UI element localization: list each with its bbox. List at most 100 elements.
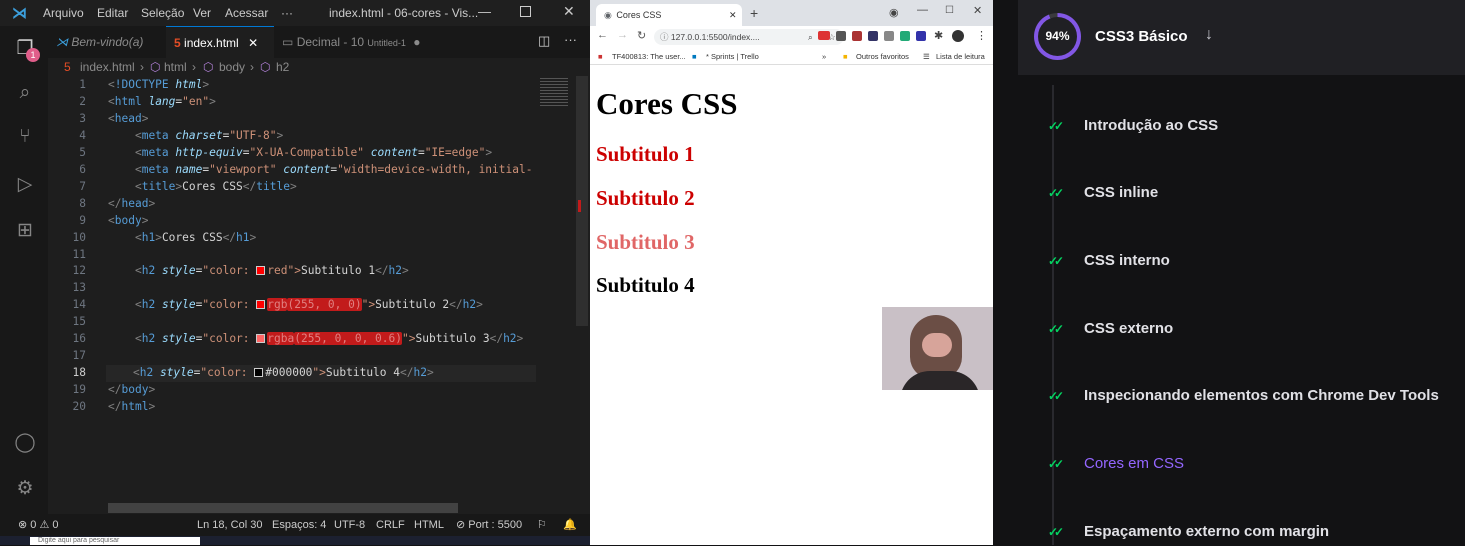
breadcrumb-item[interactable]: index.html: [80, 58, 135, 76]
menu-editar[interactable]: Editar: [97, 6, 128, 20]
account-icon[interactable]: ◯: [14, 432, 36, 454]
arrow-down-icon[interactable]: ↓: [1205, 26, 1213, 44]
settings-gear-icon[interactable]: ⚙: [14, 478, 36, 500]
bell-icon[interactable]: 🔔: [563, 514, 577, 536]
menu-arquivo[interactable]: Arquivo: [43, 6, 84, 20]
lesson-item[interactable]: ✓✓ Inspecionando elementos com Chrome De…: [1044, 386, 1464, 410]
tab-sublabel: Untitled-1: [367, 38, 406, 48]
code-line: <meta http-equiv="X-UA-Compatible" conte…: [134, 146, 493, 159]
more-bookmarks[interactable]: »: [822, 48, 826, 65]
extension-icon[interactable]: [884, 31, 894, 41]
lesson-item[interactable]: ✓✓ CSS externo: [1044, 319, 1464, 343]
minimap[interactable]: [536, 76, 576, 326]
status-bar: ⊗ 0 ⚠ 0 Ln 18, Col 30 Espaços: 4 UTF-8 C…: [0, 514, 590, 536]
reading-list[interactable]: Lista de leitura: [936, 48, 985, 65]
new-tab-icon[interactable]: +: [750, 5, 758, 21]
extensions-icon[interactable]: ⊞: [14, 220, 36, 242]
horizontal-scrollbar[interactable]: [108, 503, 458, 513]
double-check-icon: ✓✓: [1048, 186, 1064, 200]
taskbar-search[interactable]: Digite aqui para pesquisar: [30, 537, 200, 545]
bookmark-item[interactable]: TF400813: The user...: [612, 48, 686, 65]
back-icon[interactable]: ←: [597, 29, 608, 41]
vertical-scrollbar[interactable]: [576, 76, 588, 326]
live-server-port[interactable]: ⊘ Port : 5500: [456, 514, 522, 536]
zoom-icon[interactable]: ⌕: [808, 29, 813, 45]
chrome-menu-icon[interactable]: ⋮: [976, 29, 987, 42]
color-swatch[interactable]: [256, 300, 266, 309]
file-icon: ▭: [282, 35, 294, 49]
code-line: <head>: [108, 112, 149, 125]
line-number: 16: [72, 332, 86, 345]
breadcrumb-item[interactable]: html: [164, 58, 187, 76]
window-title: index.html - 06-cores - Vis...: [329, 6, 479, 20]
extension-icon[interactable]: [852, 31, 862, 41]
menu-selecao[interactable]: Seleção: [141, 6, 184, 20]
explorer-badge: 1: [26, 48, 40, 62]
lesson-item-active[interactable]: ✓✓ Cores em CSS: [1044, 454, 1464, 478]
language-status[interactable]: HTML: [414, 514, 444, 536]
more-actions-icon[interactable]: ···: [564, 32, 577, 47]
extensions-puzzle-icon[interactable]: ✱: [934, 29, 943, 42]
extension-icon[interactable]: [868, 31, 878, 41]
close-icon[interactable]: ✕: [563, 3, 575, 20]
code-line: <!DOCTYPE html>: [108, 78, 210, 91]
close-icon[interactable]: ✕: [973, 4, 982, 17]
unsaved-dot-icon[interactable]: ●: [413, 35, 420, 49]
lesson-item[interactable]: ✓✓ Introdução ao CSS: [1044, 116, 1464, 140]
feedback-icon[interactable]: ⚐: [537, 514, 547, 536]
eol-status[interactable]: CRLF: [376, 514, 405, 536]
lesson-item[interactable]: ✓✓ CSS inline: [1044, 183, 1464, 207]
maximize-icon[interactable]: [520, 6, 531, 17]
code-editor[interactable]: 1 2 3 4 5 6 7 8 9 10 11 12 13 14 15 16 1…: [48, 76, 536, 502]
split-editor-icon[interactable]: ◫: [538, 33, 550, 49]
browser-tab[interactable]: ◉ Cores CSS ✕: [596, 4, 742, 26]
tab-bem-vindo[interactable]: ⋊ Bem-vindo(a): [48, 26, 166, 58]
extension-icon[interactable]: [900, 31, 910, 41]
source-control-icon[interactable]: ⑂: [14, 126, 36, 148]
lesson-item[interactable]: ✓✓ Espaçamento externo com margin: [1044, 522, 1464, 546]
close-tab-icon[interactable]: ✕: [248, 36, 258, 50]
tab-index-html[interactable]: 5 index.html ✕: [166, 26, 274, 58]
extension-icon[interactable]: [916, 31, 926, 41]
run-debug-icon[interactable]: ▷: [14, 174, 36, 196]
menu-more[interactable]: ···: [281, 6, 293, 20]
maximize-icon[interactable]: ☐: [945, 5, 954, 16]
close-tab-icon[interactable]: ✕: [729, 4, 737, 26]
breadcrumb-item[interactable]: h2: [276, 58, 289, 76]
tab-decimal[interactable]: ▭ Decimal - 10 Untitled-1 ●: [274, 26, 444, 58]
line-number: 15: [72, 315, 86, 328]
tab-label: index.html: [184, 36, 239, 50]
lesson-item[interactable]: ✓✓ CSS interno: [1044, 251, 1464, 275]
chevron-right-icon: ›: [140, 60, 144, 74]
line-number: 12: [72, 264, 86, 277]
indent-status[interactable]: Espaços: 4: [272, 514, 326, 536]
page-heading: Cores CSS: [596, 86, 738, 121]
avatar[interactable]: [952, 30, 964, 42]
minimize-icon[interactable]: —: [478, 4, 491, 19]
extension-icon[interactable]: [836, 31, 846, 41]
cursor-position[interactable]: Ln 18, Col 30: [197, 514, 262, 536]
reload-icon[interactable]: ↻: [637, 29, 646, 42]
color-swatch[interactable]: [256, 266, 266, 275]
lesson-title: Introdução ao CSS: [1084, 117, 1219, 134]
code-line: <title>Cores CSS</title>: [134, 180, 297, 193]
bookmark-folder[interactable]: Outros favoritos: [856, 48, 909, 65]
problems-status[interactable]: ⊗ 0 ⚠ 0: [18, 514, 58, 536]
encoding-status[interactable]: UTF-8: [334, 514, 365, 536]
color-swatch[interactable]: [254, 368, 264, 377]
extension-icon[interactable]: [818, 31, 830, 40]
search-icon[interactable]: ⌕: [14, 82, 36, 104]
chrome-window: ◉ Cores CSS ✕ + ◉ — ☐ ✕ ← → ↻ ⓘ 127.0.0.…: [590, 0, 993, 545]
tab-search-icon[interactable]: ◉: [889, 6, 899, 19]
menu-ver[interactable]: Ver: [193, 6, 211, 20]
tab-label: Decimal - 10: [296, 35, 365, 49]
breadcrumb-item[interactable]: body: [219, 58, 245, 76]
forward-icon[interactable]: →: [617, 29, 628, 41]
minimize-icon[interactable]: —: [917, 4, 928, 16]
course-header[interactable]: 94% CSS3 Básico ↓: [1018, 0, 1465, 75]
lesson-title: Cores em CSS: [1084, 455, 1185, 472]
color-swatch[interactable]: [256, 334, 266, 343]
menu-acessar[interactable]: Acessar: [225, 6, 268, 20]
address-bar[interactable]: ⓘ 127.0.0.1:5500/index.... ⌕ ☆: [654, 29, 844, 45]
bookmark-item[interactable]: * Sprints | Trello: [706, 48, 759, 65]
